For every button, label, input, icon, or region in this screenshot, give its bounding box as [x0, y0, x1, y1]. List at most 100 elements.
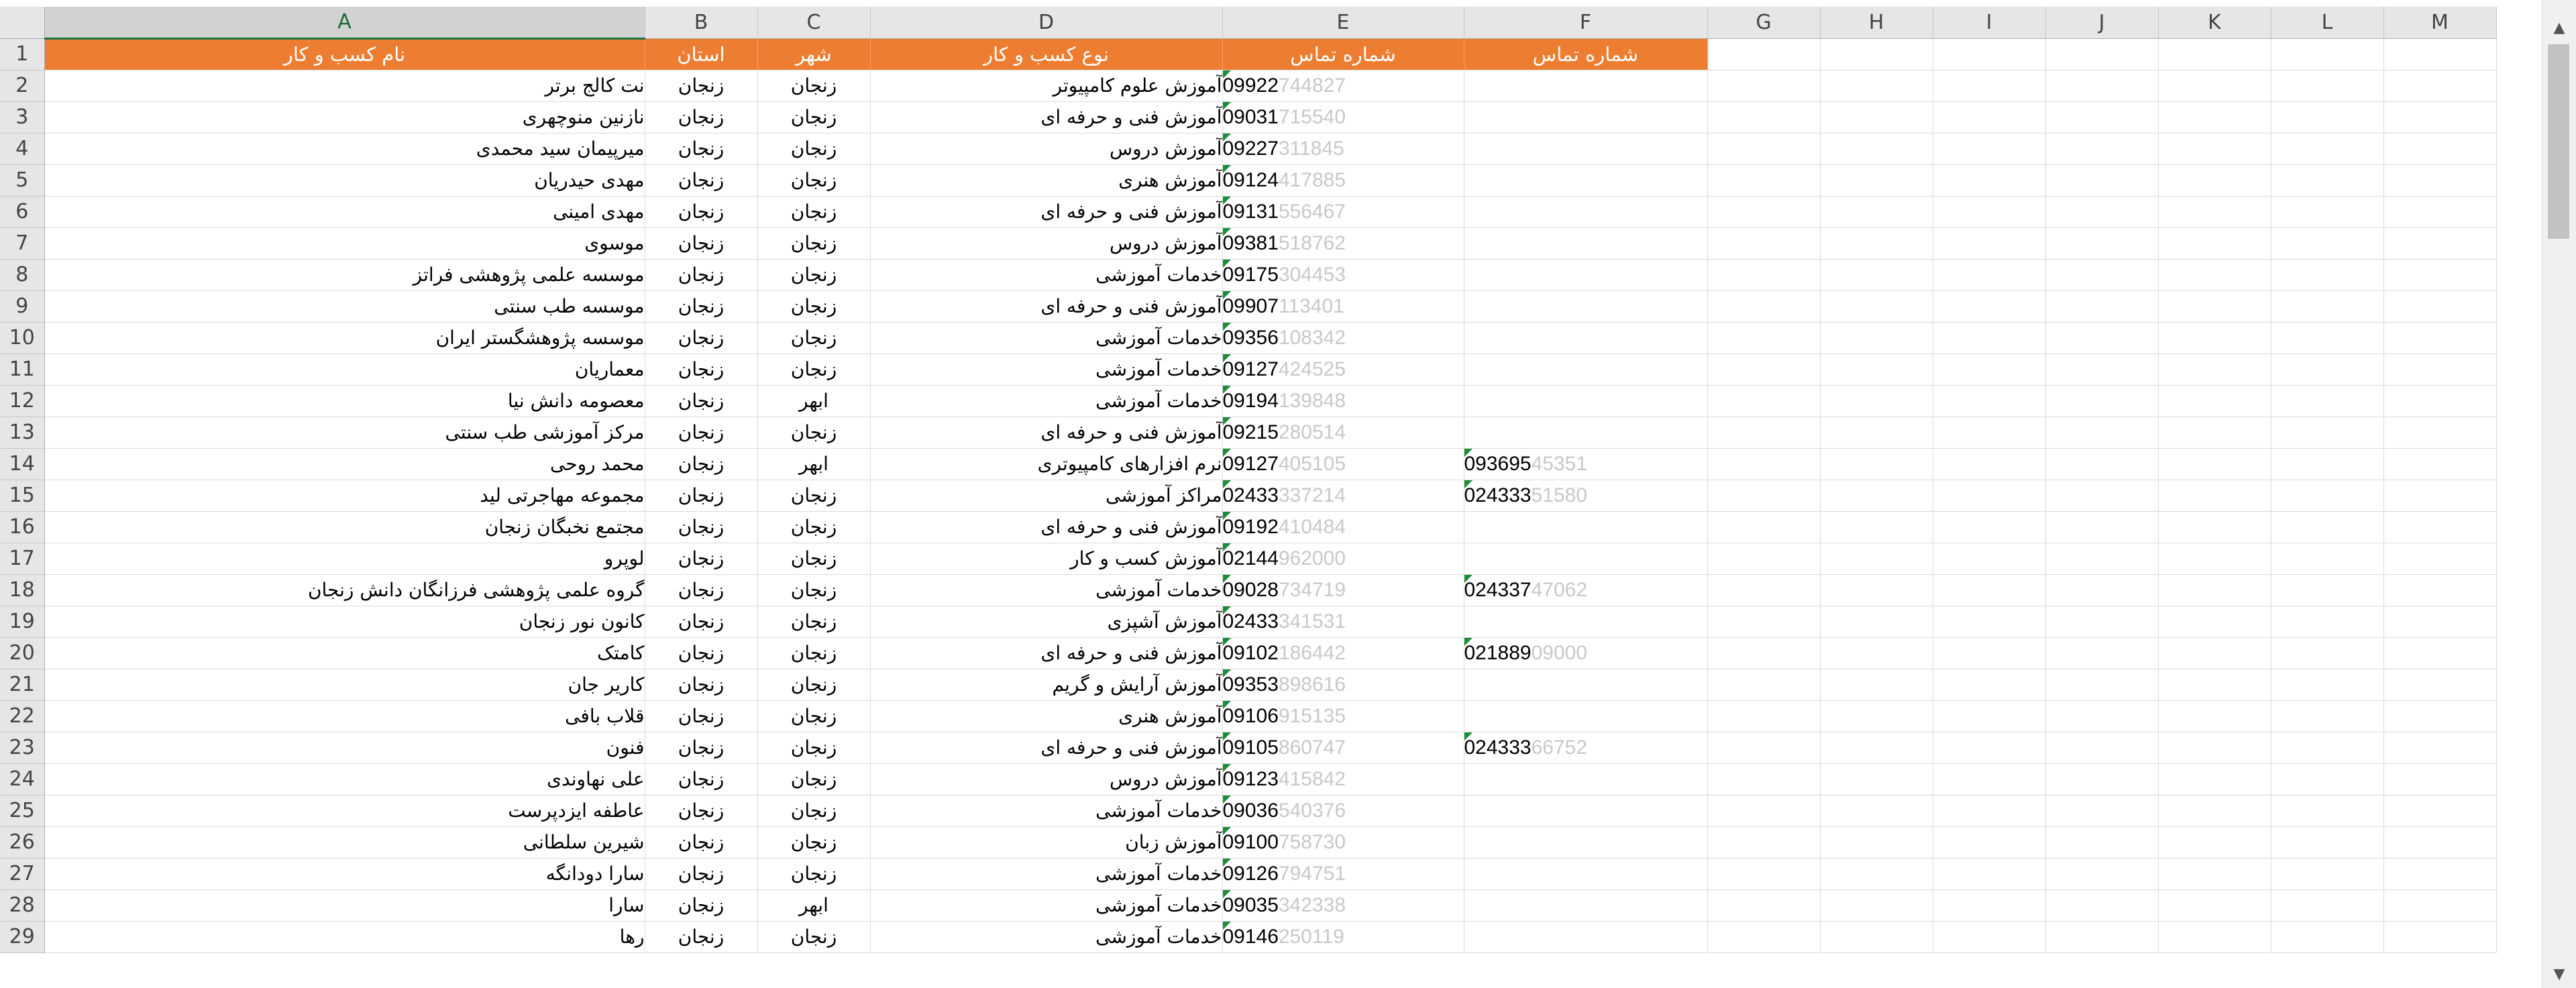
number-as-text-indicator[interactable] — [1222, 606, 1231, 614]
cell-business-name[interactable]: نازنین منوچهری — [44, 101, 645, 133]
number-as-text-indicator[interactable] — [1222, 385, 1231, 394]
empty-cell[interactable] — [2158, 322, 2271, 354]
cell-business-name[interactable]: شیرین سلطانی — [44, 826, 645, 859]
empty-cell[interactable] — [2158, 164, 2271, 197]
number-as-text-indicator[interactable] — [1464, 732, 1472, 740]
column-header-e[interactable]: E — [1222, 7, 1464, 39]
cell-province[interactable]: زنجان — [645, 448, 758, 480]
empty-cell[interactable] — [1933, 38, 2046, 70]
empty-cell[interactable] — [1933, 70, 2046, 102]
empty-cell[interactable] — [2045, 700, 2159, 732]
empty-cell[interactable] — [2158, 921, 2271, 953]
number-as-text-indicator[interactable] — [1222, 322, 1231, 331]
empty-cell[interactable] — [2158, 543, 2271, 575]
cell-province[interactable]: زنجان — [645, 826, 758, 859]
row-header[interactable]: 4 — [0, 133, 45, 165]
empty-cell[interactable] — [2158, 700, 2271, 732]
cell-business-name[interactable]: قلاب بافی — [44, 700, 645, 732]
empty-cell[interactable] — [1820, 196, 1933, 228]
empty-cell[interactable] — [1707, 322, 1821, 354]
row-header[interactable]: 29 — [0, 921, 45, 953]
cell-province[interactable]: زنجان — [645, 322, 758, 354]
cell-city[interactable]: زنجان — [757, 700, 871, 732]
empty-cell[interactable] — [2045, 70, 2159, 102]
empty-cell[interactable] — [2045, 732, 2159, 764]
cell-province[interactable]: زنجان — [645, 637, 758, 669]
empty-cell[interactable] — [2158, 669, 2271, 701]
empty-cell[interactable] — [1707, 858, 1821, 890]
empty-cell[interactable] — [2271, 38, 2384, 70]
empty-cell[interactable] — [1820, 543, 1933, 575]
empty-cell[interactable] — [1933, 322, 2046, 354]
row-header[interactable]: 9 — [0, 290, 45, 323]
row-header[interactable]: 17 — [0, 543, 45, 575]
empty-cell[interactable] — [1933, 385, 2046, 417]
row-header[interactable]: 13 — [0, 417, 45, 449]
number-as-text-indicator[interactable] — [1222, 417, 1231, 425]
empty-cell[interactable] — [2383, 70, 2497, 102]
cell-city[interactable]: زنجان — [757, 574, 871, 606]
empty-cell[interactable] — [2271, 763, 2384, 795]
empty-cell[interactable] — [2045, 921, 2159, 953]
column-header-f[interactable]: F — [1464, 7, 1708, 39]
cell-province[interactable]: زنجان — [645, 889, 758, 922]
cell-phone-2[interactable] — [1464, 164, 1708, 197]
empty-cell[interactable] — [1707, 543, 1821, 575]
header-cell-phone-2[interactable]: شماره تماس — [1464, 38, 1708, 70]
empty-cell[interactable] — [1933, 669, 2046, 701]
empty-cell[interactable] — [2383, 858, 2497, 890]
cell-phone-2[interactable] — [1464, 795, 1708, 827]
cell-phone[interactable]: 09123415842 — [1222, 763, 1464, 795]
cell-business-name[interactable]: مجتمع نخبگان زنجان — [44, 511, 645, 543]
cell-province[interactable]: زنجان — [645, 511, 758, 543]
cell-phone-2[interactable] — [1464, 322, 1708, 354]
empty-cell[interactable] — [1707, 164, 1821, 197]
row-header[interactable]: 8 — [0, 259, 45, 291]
cell-phone-2[interactable]: 02433366752 — [1464, 732, 1708, 764]
empty-cell[interactable] — [1820, 448, 1933, 480]
cell-province[interactable]: زنجان — [645, 606, 758, 638]
row-header[interactable]: 3 — [0, 101, 45, 133]
cell-phone[interactable]: 09124417885 — [1222, 164, 1464, 197]
cell-phone[interactable]: 09028734719 — [1222, 574, 1464, 606]
number-as-text-indicator[interactable] — [1222, 290, 1231, 299]
cell-business-type[interactable]: آموزش دروس — [870, 763, 1223, 795]
empty-cell[interactable] — [2383, 353, 2497, 386]
cell-business-name[interactable]: لوپرو — [44, 543, 645, 575]
number-as-text-indicator[interactable] — [1222, 448, 1231, 457]
empty-cell[interactable] — [2271, 574, 2384, 606]
empty-cell[interactable] — [2158, 101, 2271, 133]
number-as-text-indicator[interactable] — [1222, 732, 1231, 740]
cell-business-name[interactable]: میرپیمان سید محمدی — [44, 133, 645, 165]
cell-business-type[interactable]: آموزش کسب و کار — [870, 543, 1223, 575]
empty-cell[interactable] — [2271, 417, 2384, 449]
cell-phone-2[interactable]: 09369545351 — [1464, 448, 1708, 480]
empty-cell[interactable] — [2158, 38, 2271, 70]
cell-business-type[interactable]: آموزش دروس — [870, 227, 1223, 260]
cell-province[interactable]: زنجان — [645, 417, 758, 449]
cell-business-name[interactable]: مهدی امینی — [44, 196, 645, 228]
cell-phone[interactable]: 09227311845 — [1222, 133, 1464, 165]
number-as-text-indicator[interactable] — [1222, 101, 1231, 110]
header-cell-province[interactable]: استان — [645, 38, 758, 70]
cell-city[interactable]: زنجان — [757, 669, 871, 701]
cell-city[interactable]: زنجان — [757, 70, 871, 102]
empty-cell[interactable] — [1820, 417, 1933, 449]
empty-cell[interactable] — [1933, 417, 2046, 449]
empty-cell[interactable] — [2383, 795, 2497, 827]
cell-city[interactable]: زنجان — [757, 196, 871, 228]
column-header-i[interactable]: I — [1933, 7, 2046, 39]
empty-cell[interactable] — [2158, 448, 2271, 480]
cell-province[interactable]: زنجان — [645, 353, 758, 386]
empty-cell[interactable] — [1707, 133, 1821, 165]
empty-cell[interactable] — [1707, 889, 1821, 922]
cell-phone[interactable]: 02433337214 — [1222, 480, 1464, 512]
number-as-text-indicator[interactable] — [1464, 574, 1472, 583]
cell-province[interactable]: زنجان — [645, 196, 758, 228]
empty-cell[interactable] — [2045, 606, 2159, 638]
row-header[interactable]: 1 — [0, 38, 45, 70]
empty-cell[interactable] — [2045, 290, 2159, 323]
cell-city[interactable]: ابهر — [757, 448, 871, 480]
cell-province[interactable]: زنجان — [645, 763, 758, 795]
cell-phone-2[interactable] — [1464, 417, 1708, 449]
